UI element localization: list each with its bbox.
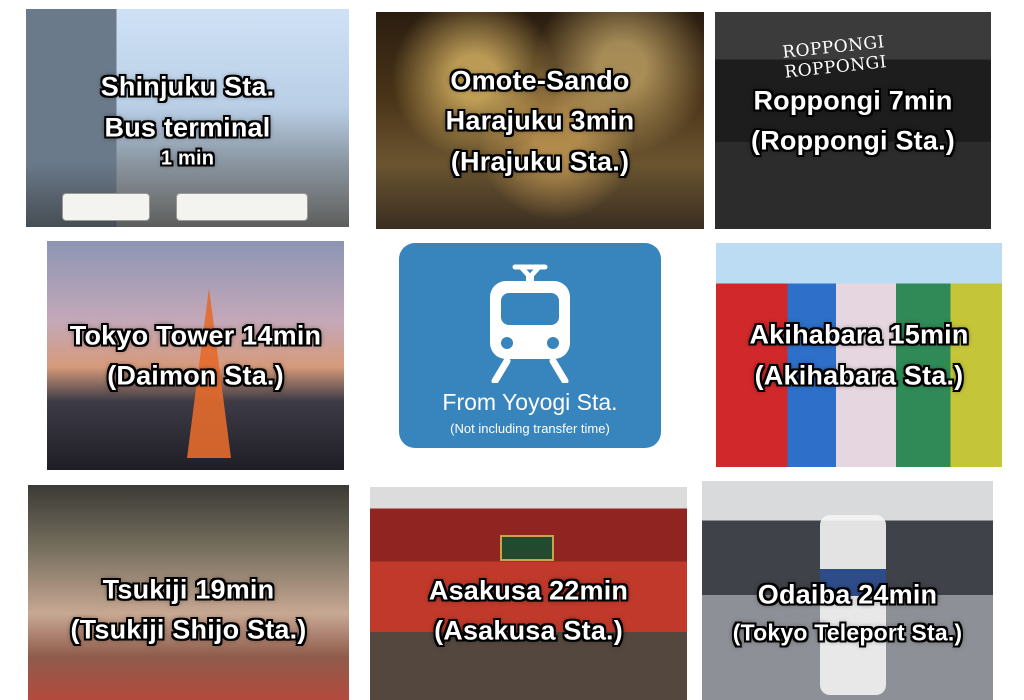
caption-line: Harajuku 3min: [445, 105, 635, 136]
train-icon: [490, 264, 570, 383]
tile-tokyotower: Tokyo Tower 14min (Daimon Sta.): [47, 241, 344, 470]
tile-asakusa: Asakusa 22min (Asakusa Sta.): [370, 487, 687, 700]
caption-line: (Hrajuku Sta.): [450, 145, 630, 176]
tile-roppongi: ROPPONGI ROPPONGI Roppongi 7min (Roppong…: [715, 12, 991, 229]
tsukiji-caption: Tsukiji 19min (Tsukiji Shijo Sta.): [28, 569, 349, 650]
info-card-note: (Not including transfer time): [450, 421, 610, 436]
caption-line: Omote-Sando: [450, 64, 630, 95]
caption-line: Bus terminal: [104, 112, 271, 142]
caption-line: (Roppongi Sta.): [751, 125, 955, 156]
caption-line: Shinjuku Sta.: [100, 71, 275, 102]
caption-line: Tokyo Tower 14min: [69, 320, 322, 350]
caption-line: (Tokyo Teleport Sta.): [732, 619, 963, 646]
info-card-title: From Yoyogi Sta.: [442, 389, 618, 415]
akihabara-caption: Akihabara 15min (Akihabara Sta.): [716, 315, 1002, 396]
tile-shinjuku: Shinjuku Sta. Bus terminal 1 min: [26, 9, 349, 227]
caption-line: Odaiba 24min: [757, 579, 938, 610]
caption-line: (Tsukiji Shijo Sta.): [70, 614, 307, 645]
asakusa-caption: Asakusa 22min (Asakusa Sta.): [370, 570, 687, 651]
caption-line: (Asakusa Sta.): [434, 615, 623, 646]
caption-line: Akihabara 15min: [749, 319, 969, 350]
caption-line: (Daimon Sta.): [107, 360, 284, 391]
bus-shape: [176, 193, 308, 221]
shinjuku-caption: Shinjuku Sta. Bus terminal 1 min: [26, 67, 349, 170]
bus-shape: [62, 193, 150, 221]
caption-line: Tsukiji 19min: [102, 574, 275, 605]
odaiba-caption: Odaiba 24min (Tokyo Teleport Sta.): [702, 575, 993, 650]
tile-akihabara: Akihabara 15min (Akihabara Sta.): [716, 243, 1002, 467]
tile-odaiba: Odaiba 24min (Tokyo Teleport Sta.): [702, 481, 993, 700]
omotesando-caption: Omote-Sando Harajuku 3min (Hrajuku Sta.): [376, 60, 704, 182]
tokyotower-caption: Tokyo Tower 14min (Daimon Sta.): [47, 315, 344, 396]
tile-omotesando: Omote-Sando Harajuku 3min (Hrajuku Sta.): [376, 12, 704, 229]
asakusa-plaque: [500, 535, 554, 561]
tile-tsukiji: Tsukiji 19min (Tsukiji Shijo Sta.): [28, 485, 349, 700]
caption-line: (Akihabara Sta.): [754, 360, 964, 390]
caption-line: Roppongi 7min: [753, 85, 953, 115]
yoyogi-info-card: From Yoyogi Sta. (Not including transfer…: [399, 243, 661, 448]
roppongi-caption: Roppongi 7min (Roppongi Sta.): [715, 80, 991, 161]
caption-line: Asakusa 22min: [428, 575, 629, 606]
caption-line: 1 min: [160, 147, 215, 170]
